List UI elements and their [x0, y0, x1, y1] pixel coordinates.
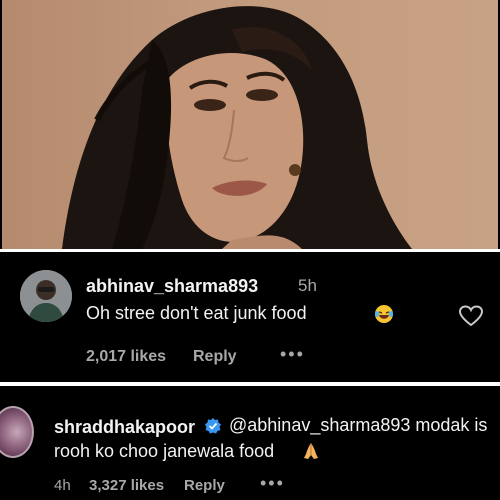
- post-photo: [2, 0, 498, 249]
- laughing-tears-emoji-icon: [375, 305, 393, 323]
- avatar[interactable]: [20, 270, 72, 322]
- comment-card: abhinav_sharma893 5h Oh stree don't eat …: [2, 252, 498, 382]
- comment-card: shraddhakapoor @abhinav_sharma893 modak …: [0, 386, 498, 500]
- more-options-icon[interactable]: •••: [280, 344, 305, 365]
- likes-count[interactable]: 3,327 likes: [89, 477, 164, 494]
- likes-count[interactable]: 2,017 likes: [86, 348, 166, 366]
- comment-time: 5h: [298, 276, 317, 295]
- mention-link[interactable]: @abhinav_sharma893: [229, 415, 410, 435]
- comment-text: @abhinav_sharma893 modak is: [229, 415, 487, 436]
- person-avatar-icon: [20, 270, 72, 322]
- comment-time: 4h: [54, 477, 71, 494]
- more-options-icon[interactable]: •••: [260, 473, 285, 494]
- verified-badge-icon: [205, 418, 221, 434]
- portrait-illustration: [62, 6, 412, 249]
- comment-text-line: rooh ko choo janewala food: [54, 441, 275, 461]
- comment-username[interactable]: shraddhakapoor: [54, 417, 195, 438]
- reply-button[interactable]: Reply: [184, 477, 225, 494]
- heart-like-icon[interactable]: [458, 304, 484, 328]
- comment-username[interactable]: abhinav_sharma893: [86, 276, 258, 297]
- reply-button[interactable]: Reply: [193, 348, 237, 366]
- folded-hands-emoji-icon: [304, 443, 318, 459]
- comment-text: Oh stree don't eat junk food: [86, 303, 307, 323]
- comment-text-part: modak is: [410, 415, 488, 435]
- avatar[interactable]: [0, 406, 34, 458]
